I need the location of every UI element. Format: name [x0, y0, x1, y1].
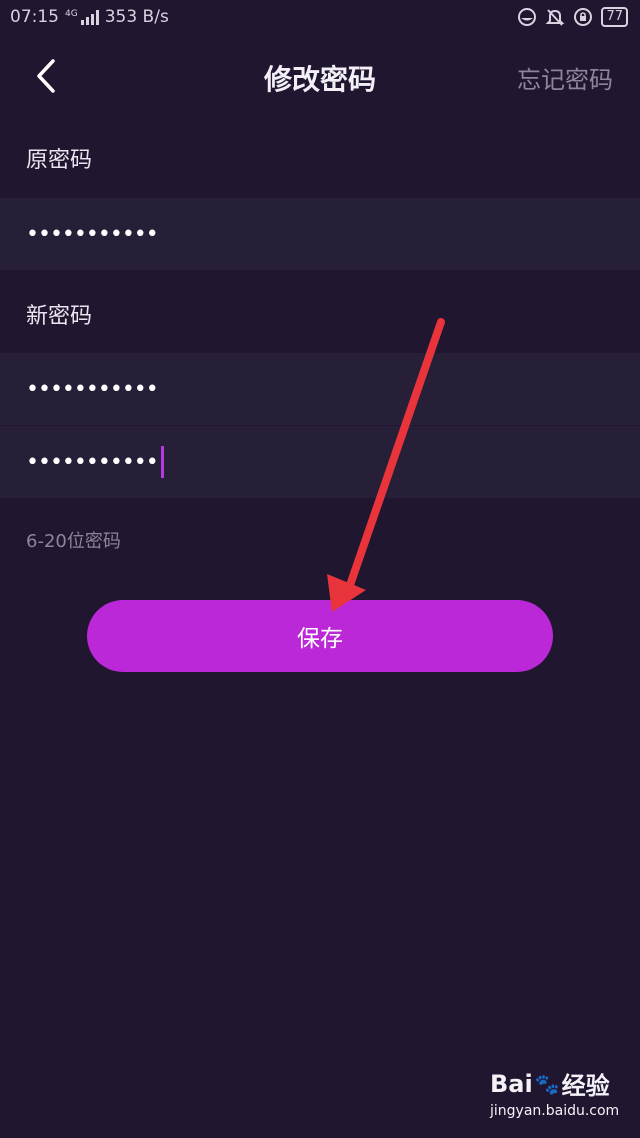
annotation-arrow	[327, 318, 445, 612]
status-bar: 07:15 4G 353 B/s 77	[0, 0, 640, 34]
rotation-lock-icon	[573, 7, 593, 27]
network-speed: 353 B/s	[104, 7, 169, 27]
new-password-input[interactable]: •••••••••••	[26, 371, 586, 407]
watermark-url: jingyan.baidu.com	[490, 1103, 620, 1119]
confirm-password-value: •••••••••••	[26, 449, 159, 475]
old-password-input[interactable]: •••••••••••	[26, 216, 586, 252]
status-time: 07:15	[10, 7, 59, 27]
new-password-label: 新密码	[26, 304, 93, 329]
old-password-label: 原密码	[26, 148, 93, 173]
old-password-field[interactable]: •••••••••••	[0, 198, 640, 270]
forgot-password-link[interactable]: 忘记密码	[517, 60, 613, 95]
confirm-password-field[interactable]: •••••••••••	[0, 426, 640, 498]
baidu-watermark: Bai 🐾 经验 jingyan.baidu.com	[490, 1066, 630, 1130]
status-left: 07:15 4G 353 B/s	[10, 7, 169, 27]
status-right: 77	[517, 7, 628, 27]
password-hint: 6-20位密码	[26, 531, 121, 552]
new-password-field[interactable]: •••••••••••	[0, 353, 640, 425]
battery-icon: 77	[601, 7, 628, 27]
network-type: 4G	[65, 8, 78, 19]
old-password-value: •••••••••••	[26, 221, 159, 247]
signal-icon	[80, 9, 99, 25]
watermark-brand: Bai	[490, 1069, 533, 1098]
nav-bar: 修改密码 忘记密码	[0, 38, 640, 112]
save-button[interactable]: 保存	[87, 600, 553, 672]
new-password-value: •••••••••••	[26, 376, 159, 402]
watermark-brand-suffix: 经验	[561, 1072, 610, 1100]
text-cursor	[160, 446, 164, 478]
app-notification-icon	[517, 7, 537, 27]
save-button-label: 保存	[297, 626, 343, 652]
paw-icon: 🐾	[534, 1071, 560, 1096]
mute-bell-icon	[545, 7, 565, 27]
confirm-password-input[interactable]: •••••••••••	[26, 444, 586, 480]
watermark-logo: Bai 🐾 经验	[490, 1066, 630, 1101]
